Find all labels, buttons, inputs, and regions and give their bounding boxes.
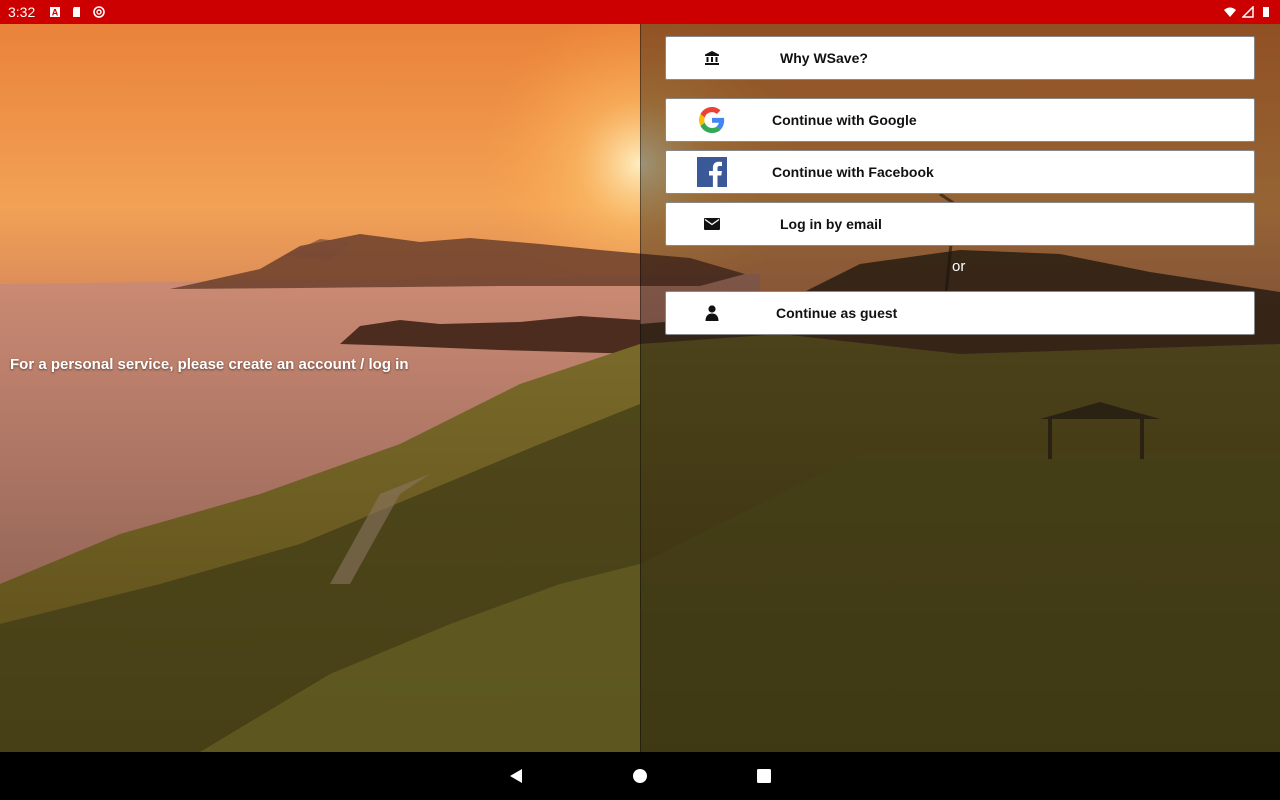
google-logo-icon — [699, 107, 725, 133]
signal-icon — [1242, 6, 1254, 18]
svg-text:A: A — [52, 8, 59, 18]
login-prompt-text: For a personal service, please create an… — [10, 356, 409, 373]
back-button[interactable] — [504, 764, 528, 788]
why-wsave-label: Why WSave? — [780, 50, 868, 66]
login-email-button[interactable]: Log in by email — [665, 202, 1255, 246]
recents-button[interactable] — [752, 764, 776, 788]
back-icon — [510, 769, 522, 783]
facebook-logo-icon — [697, 157, 727, 187]
continue-guest-label: Continue as guest — [776, 305, 898, 321]
bank-icon — [705, 51, 719, 65]
recents-icon — [757, 769, 771, 783]
status-bar: 3:32 A — [0, 0, 1280, 24]
or-separator: or — [952, 258, 966, 275]
battery-icon — [1263, 7, 1269, 17]
continue-facebook-button[interactable]: Continue with Facebook — [665, 150, 1255, 194]
continue-google-button[interactable]: Continue with Google — [665, 98, 1255, 142]
login-email-label: Log in by email — [780, 216, 882, 232]
wifi-icon — [1224, 7, 1236, 17]
navigation-bar — [0, 752, 1280, 800]
home-icon — [633, 769, 647, 783]
status-time: 3:32 — [8, 4, 36, 20]
sync-icon — [93, 6, 106, 18]
continue-google-label: Continue with Google — [772, 112, 917, 128]
notification-a-icon: A — [50, 7, 61, 18]
home-button[interactable] — [628, 764, 652, 788]
continue-guest-button[interactable]: Continue as guest — [665, 291, 1255, 335]
person-icon — [705, 305, 719, 321]
why-wsave-button[interactable]: Why WSave? — [665, 36, 1255, 80]
continue-facebook-label: Continue with Facebook — [772, 164, 934, 180]
envelope-icon — [704, 218, 720, 230]
sd-card-icon — [73, 7, 81, 17]
